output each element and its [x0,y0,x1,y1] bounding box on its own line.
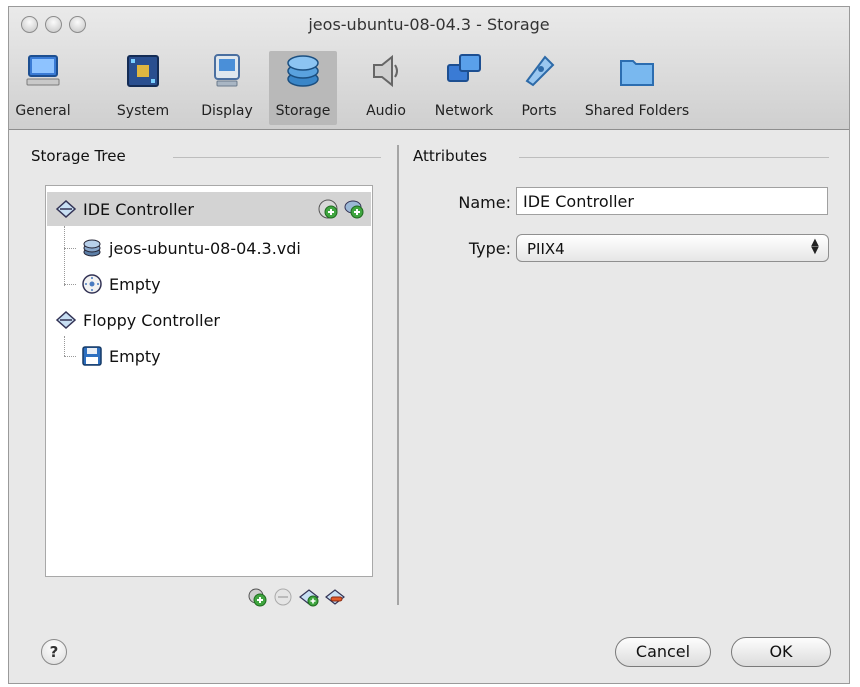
storage-tree[interactable]: IDE Controller jeos-ubuntu-08-04.3.vdi E… [45,185,373,577]
tree-item-cd-empty[interactable]: Empty [47,267,371,301]
titlebar: jeos-ubuntu-08-04.3 - Storage General Sy… [9,7,849,130]
vertical-divider [397,145,399,605]
toolbar-storage[interactable]: Storage [269,51,337,125]
name-label: Name: [458,193,511,212]
speaker-icon [373,54,398,88]
remove-controller-icon[interactable] [325,587,345,607]
type-select[interactable]: PIIX4 ▲ ▼ [516,234,829,262]
folder-icon [620,60,654,86]
storage-settings-window: jeos-ubuntu-08-04.3 - Storage General Sy… [8,6,850,684]
disk-stack-icon [287,55,319,87]
cancel-button[interactable]: Cancel [615,637,711,667]
cd-dvd-icon [82,274,102,294]
tree-item-ide-controller[interactable]: IDE Controller [47,192,371,226]
monitor-icon [26,55,60,86]
toolbar-label-audio: Audio [366,103,406,119]
toolbar-system[interactable]: System [111,51,175,125]
window-title: jeos-ubuntu-08-04.3 - Storage [308,15,550,34]
tree-item-label: Empty [109,275,161,294]
name-field[interactable]: IDE Controller [516,187,828,215]
tree-item-hard-disk[interactable]: jeos-ubuntu-08-04.3.vdi [47,231,371,265]
toolbar-shared-folders[interactable]: Shared Folders [575,51,699,125]
type-select-value: PIIX4 [527,240,565,258]
add-cd-attachment-icon[interactable] [317,198,339,220]
toolbar-ports[interactable]: Ports [513,51,565,125]
toolbar-label-network: Network [434,103,494,119]
toolbar-label-system: System [116,103,170,119]
storage-tree-heading: Storage Tree [31,147,126,165]
type-label: Type: [468,239,511,258]
ok-button[interactable]: OK [731,637,831,667]
chip-icon [127,55,159,87]
add-controller-icon[interactable] [299,587,319,607]
toolbar-general[interactable]: General [13,51,73,125]
network-icon [447,54,481,82]
help-button[interactable]: ? [41,639,67,665]
toolbar-label-display: Display [201,103,253,119]
tree-item-label: jeos-ubuntu-08-04.3.vdi [109,239,301,258]
floppy-icon [82,346,102,366]
settings-toolbar: General System Display Storage Audio Net… [9,45,849,125]
up-down-arrows-icon: ▲ ▼ [811,237,819,256]
ports-icon [525,55,555,87]
add-hard-disk-attachment-icon[interactable] [343,198,365,220]
toolbar-network[interactable]: Network [427,51,501,125]
tree-item-label: IDE Controller [83,200,194,219]
tree-item-label: Floppy Controller [83,311,221,330]
hard-disk-icon [83,239,101,257]
controller-icon [55,199,77,219]
tree-item-floppy-empty[interactable]: Empty [47,339,371,373]
toolbar-audio[interactable]: Audio [359,51,413,125]
toolbar-label-shared-folders: Shared Folders [584,103,690,119]
tree-item-floppy-controller[interactable]: Floppy Controller [47,303,371,337]
tree-item-label: Empty [109,347,161,366]
display-icon [214,54,240,87]
toolbar-label-general: General [15,103,71,119]
attributes-heading: Attributes [413,147,488,165]
remove-attachment-icon[interactable] [273,587,293,607]
toolbar-display[interactable]: Display [195,51,259,125]
storage-tree-separator [173,157,381,158]
toolbar-label-storage: Storage [275,103,331,119]
add-attachment-icon[interactable] [247,587,267,607]
attributes-separator [519,157,829,158]
toolbar-label-ports: Ports [521,103,557,119]
controller-icon [55,310,77,330]
